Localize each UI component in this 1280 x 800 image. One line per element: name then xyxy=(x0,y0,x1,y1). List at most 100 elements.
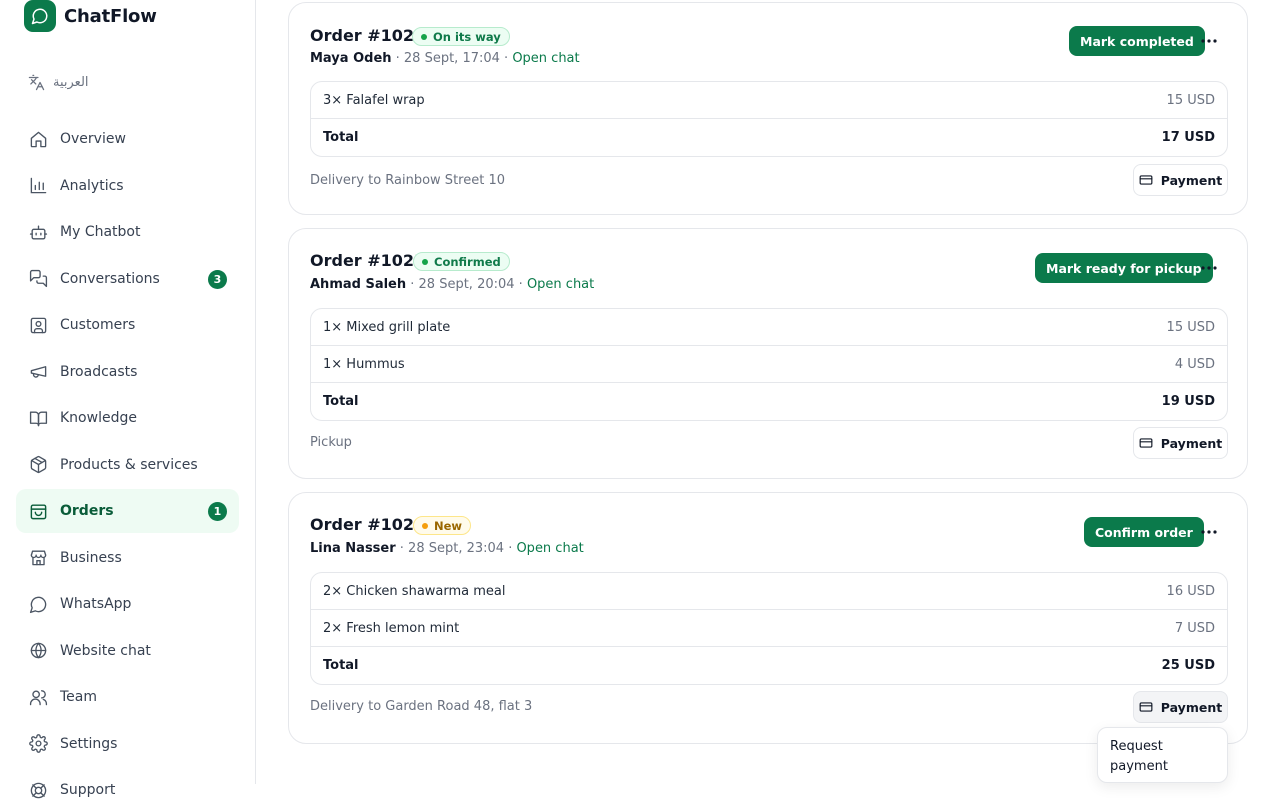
more-options-icon[interactable] xyxy=(1197,256,1221,280)
sidebar-item-customers[interactable]: Customers xyxy=(16,303,239,347)
globe-icon xyxy=(28,641,48,661)
gear-icon xyxy=(28,734,48,754)
item-name: 3× Falafel wrap xyxy=(323,92,425,108)
order-total-row: Total 17 USD xyxy=(311,119,1227,156)
sidebar-item-label: WhatsApp xyxy=(60,596,132,612)
sidebar-item-website-chat[interactable]: Website chat xyxy=(16,629,239,673)
status-label: New xyxy=(434,518,463,533)
order-time: · 28 Sept, 17:04 · xyxy=(391,51,513,66)
order-item-row: 1× Mixed grill plate 15 USD xyxy=(311,309,1227,346)
sidebar-item-label: Settings xyxy=(60,735,118,752)
order-items-table: 1× Mixed grill plate 15 USD 1× Hummus 4 … xyxy=(310,308,1228,421)
sidebar-item-label: Customers xyxy=(60,317,136,333)
sidebar-item-conversations[interactable]: Conversations 3 xyxy=(16,257,239,301)
sidebar-item-whatsapp[interactable]: WhatsApp xyxy=(16,582,239,626)
sidebar-item-broadcasts[interactable]: Broadcasts xyxy=(16,350,239,394)
request-payment-menu-item[interactable]: Request payment xyxy=(1097,727,1228,783)
bot-icon xyxy=(28,222,48,242)
status-badge: New xyxy=(413,516,472,535)
payment-button[interactable]: Payment xyxy=(1133,427,1228,459)
order-total-row: Total 19 USD xyxy=(311,383,1227,420)
sidebar-item-support[interactable]: Support xyxy=(16,768,239,800)
order-item-row: 2× Fresh lemon mint 7 USD xyxy=(311,610,1227,647)
shopping-bag-icon xyxy=(28,501,48,521)
sidebar-item-label: Support xyxy=(60,782,116,798)
customer-name: Ahmad Saleh xyxy=(310,277,407,292)
sidebar-item-knowledge[interactable]: Knowledge xyxy=(16,396,239,440)
sidebar-item-label: Broadcasts xyxy=(60,363,138,380)
status-dot xyxy=(422,522,428,529)
sidebar-item-settings[interactable]: Settings xyxy=(16,722,239,766)
store-icon xyxy=(28,548,48,568)
order-total-row: Total 25 USD xyxy=(311,647,1227,684)
package-icon xyxy=(28,455,48,475)
sidebar-item-label: Website chat xyxy=(60,642,151,659)
status-badge: Confirmed xyxy=(413,252,510,271)
brand[interactable]: ChatFlow xyxy=(24,0,157,32)
mark-completed-button[interactable]: Mark completed xyxy=(1069,26,1205,56)
sidebar-item-products[interactable]: Products & services xyxy=(16,443,239,487)
status-label: Confirmed xyxy=(434,254,501,269)
order-items-table: 2× Chicken shawarma meal 16 USD 2× Fresh… xyxy=(310,572,1228,685)
more-options-icon[interactable] xyxy=(1197,520,1221,544)
item-price: 15 USD xyxy=(1166,92,1215,108)
payment-button[interactable]: Payment xyxy=(1133,164,1228,196)
payment-label: Payment xyxy=(1160,699,1223,715)
mark-ready-button[interactable]: Mark ready for pickup xyxy=(1035,253,1213,283)
sidebar-item-analytics[interactable]: Analytics xyxy=(16,164,239,208)
conversations-count-badge: 3 xyxy=(208,269,227,289)
open-chat-link[interactable]: Open chat xyxy=(527,277,594,292)
status-dot xyxy=(422,258,428,265)
credit-card-icon xyxy=(1139,438,1153,448)
order-card: Order #1024 New Lina Nasser · 28 Sept, 2… xyxy=(288,492,1248,744)
payment-label: Payment xyxy=(1160,172,1223,188)
confirm-order-button[interactable]: Confirm order xyxy=(1084,517,1204,547)
order-meta: Lina Nasser · 28 Sept, 23:04 · Open chat xyxy=(310,541,584,556)
item-price: 16 USD xyxy=(1166,583,1215,599)
sidebar-item-overview[interactable]: Overview xyxy=(16,117,239,161)
total-value: 25 USD xyxy=(1161,658,1215,673)
order-item-row: 2× Chicken shawarma meal 16 USD xyxy=(311,573,1227,610)
item-price: 4 USD xyxy=(1174,356,1215,372)
language-label: العربية xyxy=(53,75,89,90)
status-badge: On its way xyxy=(412,27,510,46)
payment-button[interactable]: Payment xyxy=(1133,691,1228,723)
language-switch[interactable]: العربية xyxy=(28,74,89,91)
sidebar-item-orders[interactable]: Orders 1 xyxy=(16,489,239,533)
open-chat-link[interactable]: Open chat xyxy=(516,541,583,556)
contact-icon xyxy=(28,315,48,335)
megaphone-icon xyxy=(28,362,48,382)
item-name: 2× Chicken shawarma meal xyxy=(323,583,506,599)
users-icon xyxy=(28,687,48,707)
item-name: 2× Fresh lemon mint xyxy=(323,620,460,636)
order-title: Order #1026 xyxy=(310,26,426,45)
total-value: 17 USD xyxy=(1161,130,1215,145)
orders-count-badge: 1 xyxy=(208,502,227,521)
sidebar-item-label: Knowledge xyxy=(60,410,137,426)
sidebar-item-chatbot[interactable]: My Chatbot xyxy=(16,210,239,254)
home-icon xyxy=(28,129,48,149)
chat-circle-icon xyxy=(28,594,48,614)
order-item-row: 1× Hummus 4 USD xyxy=(311,346,1227,383)
item-name: 1× Mixed grill plate xyxy=(323,319,451,335)
item-name: 1× Hummus xyxy=(323,356,405,372)
sidebar-item-label: Products & services xyxy=(60,456,198,473)
more-options-icon[interactable] xyxy=(1197,29,1221,53)
open-chat-link[interactable]: Open chat xyxy=(512,51,579,66)
sidebar-item-business[interactable]: Business xyxy=(16,536,239,580)
sidebar-nav: Overview Analytics My Chatbot Conversati… xyxy=(16,117,239,800)
order-title: Order #1024 xyxy=(310,515,426,534)
credit-card-icon xyxy=(1139,702,1153,712)
delivery-info: Pickup xyxy=(310,435,352,450)
total-label: Total xyxy=(323,130,359,145)
customer-name: Maya Odeh xyxy=(310,51,392,66)
sidebar-item-label: Team xyxy=(60,689,98,705)
brand-name: ChatFlow xyxy=(64,5,157,27)
payment-label: Payment xyxy=(1160,435,1223,451)
status-dot xyxy=(421,33,427,40)
sidebar-item-label: Conversations xyxy=(60,270,160,287)
sidebar-item-team[interactable]: Team xyxy=(16,675,239,719)
total-label: Total xyxy=(323,658,359,673)
total-value: 19 USD xyxy=(1161,394,1215,409)
order-card: Order #1025 Confirmed Ahmad Saleh · 28 S… xyxy=(288,228,1248,479)
